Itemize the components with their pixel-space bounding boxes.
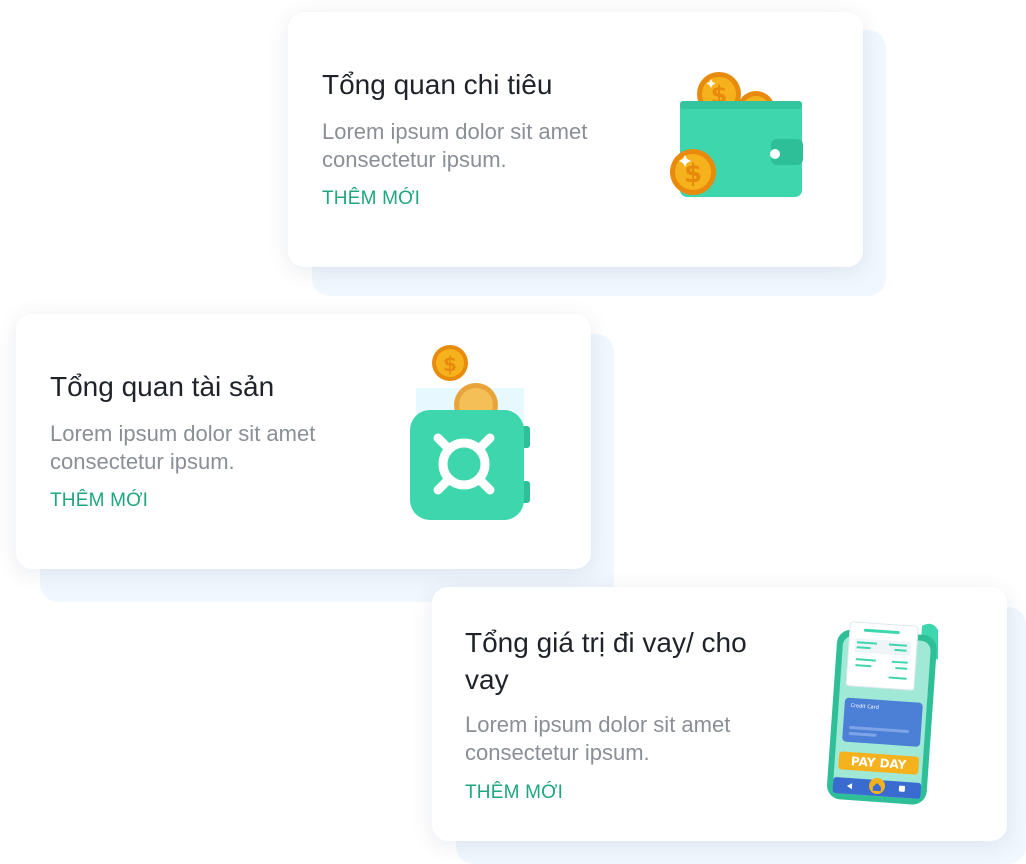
card-title: Tổng quan tài sản (50, 371, 275, 402)
safe-coins-icon: $ (410, 345, 530, 520)
card-title: Tổng giá trị đi vay/ cho vay (465, 627, 747, 695)
add-new-link[interactable]: THÊM MỚI (50, 489, 148, 513)
card-panel: Tổng quan tài sản Lorem ipsum dolor sit … (16, 314, 591, 569)
card-description: Lorem ipsum dolor sit amet consectetur i… (50, 421, 316, 474)
card-description: Lorem ipsum dolor sit amet consectetur i… (465, 712, 731, 765)
add-new-link[interactable]: THÊM MỚI (322, 187, 420, 211)
card-assets-overview: Tổng quan tài sản Lorem ipsum dolor sit … (16, 314, 614, 602)
svg-text:$: $ (443, 352, 457, 376)
phone-payday-icon: Credit Card PAY DAY (826, 621, 938, 805)
card-loans-overview: Tổng giá trị đi vay/ cho vay Lorem ipsum… (432, 587, 1026, 864)
add-new-link[interactable]: THÊM MỚI (465, 781, 563, 805)
card-panel: Tổng quan chi tiêu Lorem ipsum dolor sit… (288, 12, 863, 267)
card-title: Tổng quan chi tiêu (322, 69, 553, 100)
card-description: Lorem ipsum dolor sit amet consectetur i… (322, 119, 588, 172)
card-spending-overview: Tổng quan chi tiêu Lorem ipsum dolor sit… (288, 12, 886, 297)
card-panel: Tổng giá trị đi vay/ cho vay Lorem ipsum… (432, 587, 1007, 841)
wallet-coins-icon: $ $ (670, 72, 803, 197)
